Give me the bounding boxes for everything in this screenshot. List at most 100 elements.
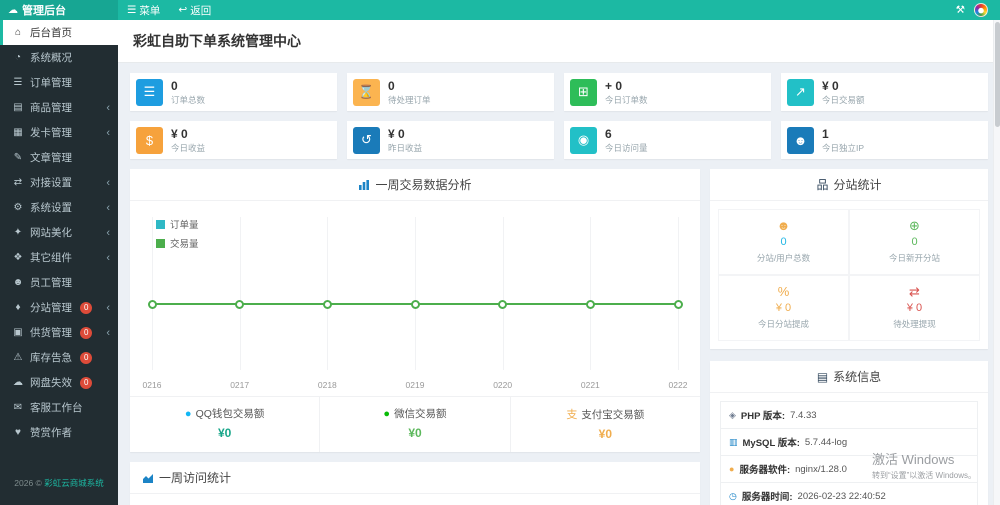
footer-brand-link[interactable]: 彩虹云商城系统 [44, 478, 104, 488]
stat-value: 0 [171, 78, 178, 93]
stat-box: ☰ 0 订单总数 [130, 73, 337, 111]
back-button[interactable]: ↩ 返回 [169, 0, 220, 20]
sidebar-item[interactable]: ☁ 网盘失效 0 [0, 370, 118, 395]
sidebar-item-label: 订单管理 [30, 77, 72, 89]
php-icon: ◈ [729, 409, 736, 420]
substation-cell: % ¥ 0 今日分站提成 [718, 275, 849, 341]
scrollbar-track[interactable] [993, 20, 1000, 505]
stat-value: 0 [388, 78, 395, 93]
wrench-icon[interactable]: ⚒ [956, 4, 965, 16]
substation-cell: ⇄ ¥ 0 待处理提现 [849, 275, 980, 341]
stat-box: ☻ 1 今日独立IP [781, 121, 988, 159]
stat-value: 1 [822, 126, 829, 141]
legend-swatch [156, 219, 165, 229]
payment-label: QQ钱包交易额 [195, 408, 265, 420]
trade-panel-title: 一周交易数据分析 [375, 178, 472, 192]
stat-label: 订单总数 [171, 94, 206, 105]
sidebar-item[interactable]: ♥ 赞赏作者 [0, 420, 118, 445]
gear-icon: ⚙ [13, 202, 23, 213]
sidebar-item-label: 赞赏作者 [30, 427, 72, 439]
sidebar-item[interactable]: ✉ 客服工作台 [0, 395, 118, 420]
payment-label: 支付宝交易额 [581, 408, 645, 421]
brand-title: 管理后台 [22, 5, 66, 17]
substation-cell: ☻ 0 分站/用户总数 [718, 209, 849, 275]
visit-panel-header: 一周访问统计 [130, 462, 700, 494]
alipay-icon: 支 [566, 409, 578, 421]
order-list-icon: ☰ [13, 77, 23, 88]
x-axis-label: 0219 [405, 380, 425, 390]
sidebar-item[interactable]: ❖ 其它组件 ‹ [0, 245, 118, 270]
brand[interactable]: ☁ 管理后台 [0, 0, 118, 20]
chart-gridline [502, 217, 504, 370]
chart-legend: 订单量 交易量 [156, 217, 199, 255]
sidebar-item-label: 对接设置 [30, 177, 72, 189]
chart-gridline [327, 217, 329, 370]
exchange-icon: ⇄ [909, 284, 920, 299]
sidebar-item[interactable]: ✦ 网站美化 ‹ [0, 220, 118, 245]
substation-cell: ⊕ 0 今日新开分站 [849, 209, 980, 275]
sidebar-item[interactable]: ♦ 分站管理 0 ‹ [0, 295, 118, 320]
sidebar-item[interactable]: ◔ 系统概况 [0, 45, 118, 70]
legend-item[interactable]: 订单量 [156, 217, 199, 231]
server-icon: ● [729, 464, 735, 474]
substation-grid: ☻ 0 分站/用户总数 ⊕ 0 今日新开分站 % ¥ 0 今日分站提成 ⇄ ¥ … [710, 201, 988, 349]
sidebar-item[interactable]: ☰ 订单管理 [0, 70, 118, 95]
hourglass-icon: ⌛ [353, 78, 380, 106]
calendar-plus-icon: ⊞ [570, 78, 597, 106]
sidebar-item-label: 客服工作台 [30, 402, 83, 414]
sidebar-item[interactable]: ☻ 员工管理 [0, 270, 118, 295]
clock-icon: ◷ [729, 490, 737, 501]
warning-icon: ⚠ [13, 352, 23, 363]
substation-value: 0 [780, 236, 787, 248]
sidebar-item[interactable]: ⚠ 库存告急 0 [0, 345, 118, 370]
stat-value: ¥ 0 [171, 126, 188, 141]
history-icon: ↺ [353, 126, 380, 154]
line-chart-icon: ↗ [787, 78, 814, 106]
trade-panel: 一周交易数据分析 订单量 交易量 0216 0217 0218 0219 022… [130, 169, 700, 452]
scrollbar-thumb[interactable] [994, 22, 1000, 127]
chevron-left-icon: ‹ [106, 301, 110, 314]
stat-label: 今日交易额 [822, 94, 865, 105]
chevron-left-icon: ‹ [106, 101, 110, 114]
sidebar-item-label: 其它组件 [30, 252, 72, 264]
menu-toggle[interactable]: ☰ 菜单 [118, 0, 169, 20]
sitemap-icon: ♦ [15, 302, 21, 313]
sidebar-item-label: 系统设置 [30, 202, 72, 214]
chart-point [147, 299, 157, 309]
stat-box: ◉ 6 今日访问量 [564, 121, 771, 159]
legend-item[interactable]: 交易量 [156, 236, 199, 250]
x-axis-label: 0216 [142, 380, 162, 390]
sidebar-item[interactable]: ✎ 文章管理 [0, 145, 118, 170]
system-info-row: ● 服务器软件: nginx/1.28.0 [720, 456, 978, 483]
dashboard-icon: ◔ [14, 52, 22, 63]
system-info-row: ▥ MySQL 版本: 5.7.44-log [720, 429, 978, 456]
sidebar-item[interactable]: ▣ 供货管理 0 ‹ [0, 320, 118, 345]
trade-chart: 订单量 交易量 0216 0217 0218 0219 0220 0221 0222 [130, 201, 700, 396]
chevron-left-icon: ‹ [106, 326, 110, 339]
stat-label: 昨日收益 [388, 142, 423, 153]
table-icon: ▤ [816, 369, 829, 384]
chart-point [410, 299, 420, 309]
chart-point [498, 299, 508, 309]
sidebar-item-label: 员工管理 [30, 277, 72, 289]
cloud-icon: ☁ [13, 377, 23, 388]
sidebar-item[interactable]: ⌂ 后台首页 [0, 20, 118, 45]
content-body: ☰ 0 订单总数 ⌛ 0 待处理订单 ⊞ + 0 今日订单数 ↗ ¥ 0 今日交… [118, 63, 1000, 505]
sidebar-item[interactable]: ▤ 商品管理 ‹ [0, 95, 118, 120]
sidebar-item[interactable]: ⇄ 对接设置 ‹ [0, 170, 118, 195]
x-axis-label: 0220 [493, 380, 513, 390]
stat-box: ↺ ¥ 0 昨日收益 [347, 121, 554, 159]
sidebar-item-label: 网站美化 [30, 227, 72, 239]
sidebar-item[interactable]: ⚙ 系统设置 ‹ [0, 195, 118, 220]
legend-label: 订单量 [170, 220, 199, 231]
sidebar-badge: 0 [80, 376, 93, 389]
sidebar-item-label: 发卡管理 [30, 127, 72, 139]
rainbow-logo[interactable] [974, 3, 988, 17]
sidebar-item[interactable]: ▦ 发卡管理 ‹ [0, 120, 118, 145]
stat-label: 今日订单数 [605, 94, 648, 105]
substation-panel-header: 品 分站统计 [710, 169, 988, 201]
chart-gridline [590, 217, 592, 370]
menu-label: 菜单 [139, 4, 161, 17]
home-icon: ⌂ [14, 27, 22, 38]
payment-value: ¥0 [408, 426, 422, 440]
